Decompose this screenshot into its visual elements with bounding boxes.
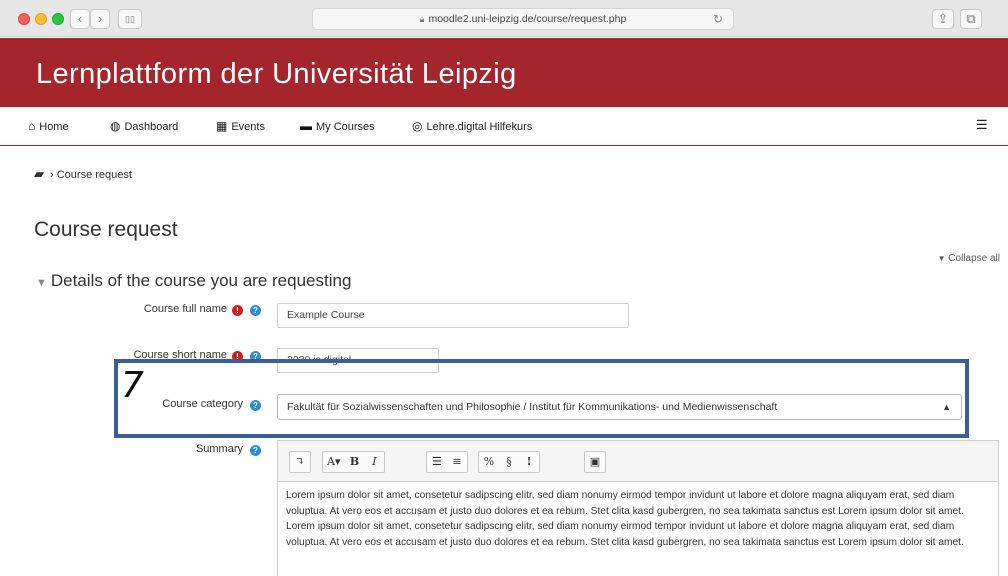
- link-icon[interactable]: %: [479, 452, 499, 472]
- back-button[interactable]: ‹: [70, 9, 90, 29]
- maximize-window-button[interactable]: [52, 13, 64, 25]
- ordered-list-icon[interactable]: ≡: [447, 452, 467, 472]
- dashboard-icon: ◍: [110, 119, 121, 133]
- lifebuoy-icon: ◎: [412, 119, 423, 133]
- forward-button[interactable]: ›: [90, 9, 110, 29]
- sidebar-toggle-icon[interactable]: ▯▯: [118, 9, 142, 29]
- nav-item-label: Dashboard: [124, 121, 179, 133]
- full-name-label-group: Course full name!?: [144, 303, 261, 316]
- home-icon: ⌂: [28, 119, 36, 133]
- close-window-button[interactable]: [18, 13, 30, 25]
- toolbar-group-links: % § !: [478, 451, 540, 473]
- toolbar-group-format: A▾ B I: [322, 451, 386, 473]
- nav-item-label: Lehre.digital Hilfekurs: [426, 121, 533, 133]
- editor-toolbar: ↴ A▾ B I ☰ ≡ % § ! ▣: [278, 441, 998, 481]
- folder-icon[interactable]: ▰: [34, 166, 44, 181]
- summary-label-group: Summary?: [196, 443, 261, 456]
- image-icon[interactable]: ▣: [585, 452, 605, 472]
- help-icon[interactable]: ?: [250, 445, 261, 456]
- nav-item-home[interactable]: ⌂ Home: [28, 119, 69, 133]
- reload-icon[interactable]: ↻: [713, 9, 723, 29]
- nav-item-label: My Courses: [316, 121, 375, 133]
- nav-item-label: Home: [39, 121, 69, 133]
- unlink-icon[interactable]: §: [499, 452, 519, 472]
- nav-item-my-courses[interactable]: ▬ My Courses: [300, 119, 375, 133]
- share-icon[interactable]: ⇪: [932, 9, 954, 29]
- toolbar-group-media: ▣: [584, 451, 606, 473]
- section-title: Details of the course you are requesting: [50, 271, 352, 290]
- page-title: Course request: [34, 218, 178, 241]
- breadcrumb-current[interactable]: Course request: [57, 169, 132, 181]
- nav-item-lehre-digital[interactable]: ◎ Lehre.digital Hilfekurs: [412, 119, 532, 133]
- nav-item-label: Events: [231, 121, 265, 133]
- collapse-all-label: Collapse all: [948, 253, 1000, 264]
- bold-icon[interactable]: B: [344, 452, 364, 472]
- nav-item-dashboard[interactable]: ◍ Dashboard: [110, 119, 178, 133]
- tabs-icon[interactable]: ⧉: [960, 9, 982, 29]
- caret-down-icon: ▼: [937, 254, 946, 263]
- breadcrumb-separator: ›: [50, 169, 54, 181]
- caret-down-icon: ▼: [36, 277, 47, 289]
- summary-editor: ↴ A▾ B I ☰ ≡ % § ! ▣ Lorem ipsum dolor s…: [277, 440, 999, 576]
- paragraph-style-icon[interactable]: A▾: [323, 452, 344, 472]
- italic-icon[interactable]: I: [364, 452, 384, 472]
- toolbar-collapse-icon[interactable]: ↴: [290, 452, 310, 472]
- course-full-name-input[interactable]: Example Course: [277, 303, 629, 328]
- unordered-list-icon[interactable]: ☰: [427, 452, 447, 472]
- highlight-box: [114, 359, 969, 438]
- full-name-label: Course full name: [143, 303, 227, 315]
- menu-toggle-icon[interactable]: ☰: [976, 117, 988, 133]
- required-icon: !: [232, 305, 243, 316]
- toolbar-group-collapse: ↴: [289, 451, 311, 473]
- browser-toolbar: ‹ › ▯▯ 🔒︎ moodle2.uni-leipzig.de/course/r…: [0, 0, 1008, 37]
- briefcase-icon: ▬: [300, 119, 312, 133]
- site-title[interactable]: Lernplattform der Universität Leipzig: [36, 58, 517, 91]
- summary-label: Summary: [195, 443, 243, 455]
- help-icon[interactable]: ?: [250, 305, 261, 316]
- site-header: Lernplattform der Universität Leipzig: [0, 38, 1008, 107]
- lock-icon: 🔒︎: [419, 14, 425, 24]
- breadcrumb: ▰ › Course request: [34, 166, 132, 182]
- main-navigation: ⌂ Home ◍ Dashboard ▦ Events ▬ My Courses ◎ Le…: [0, 107, 1008, 146]
- step-number: 7: [121, 365, 144, 406]
- accessibility-checker-icon[interactable]: !: [519, 452, 539, 472]
- summary-text-area[interactable]: Lorem ipsum dolor sit amet, consetetur s…: [278, 481, 998, 576]
- address-bar-url: moodle2.uni-leipzig.de/course/request.ph…: [428, 13, 627, 25]
- nav-item-events[interactable]: ▦ Events: [216, 119, 265, 133]
- toolbar-group-lists: ☰ ≡: [426, 451, 468, 473]
- address-bar[interactable]: 🔒︎ moodle2.uni-leipzig.de/course/request.…: [312, 8, 734, 30]
- minimize-window-button[interactable]: [35, 13, 47, 25]
- calendar-icon: ▦: [216, 119, 228, 133]
- collapse-all-link[interactable]: ▼ Collapse all: [938, 253, 1000, 264]
- section-header[interactable]: ▼ Details of the course you are requestin…: [36, 271, 351, 291]
